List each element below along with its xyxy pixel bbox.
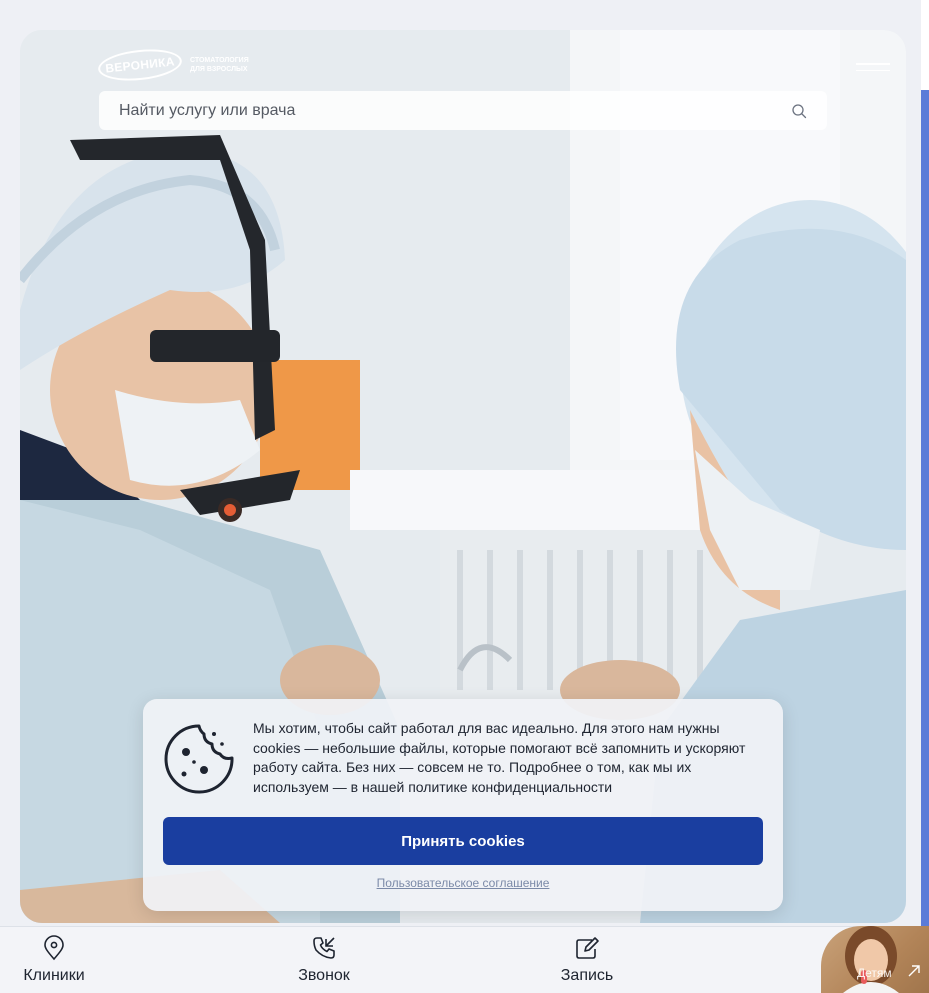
nav-item-booking[interactable]: Запись	[558, 935, 616, 985]
hero-section: ВЕРОНИКА СТОМАТОЛОГИЯ ДЛЯ ВЗРОСЛЫХ Мы хо…	[20, 30, 906, 923]
kids-photo	[843, 926, 899, 993]
brand-logo[interactable]: ВЕРОНИКА СТОМАТОЛОГИЯ ДЛЯ ВЗРОСЛЫХ	[96, 45, 249, 85]
kids-label: Детям	[857, 966, 892, 980]
kids-promo-button[interactable]: Детям	[821, 926, 929, 993]
cookie-banner: Мы хотим, чтобы сайт работал для вас иде…	[143, 699, 783, 911]
location-pin-icon	[44, 935, 64, 961]
hamburger-icon[interactable]	[856, 63, 890, 73]
search-icon[interactable]	[791, 103, 807, 119]
page-scrollbar[interactable]	[921, 0, 929, 993]
cookie-message: Мы хотим, чтобы сайт работал для вас иде…	[253, 720, 746, 795]
logo-subtitle-line1: СТОМАТОЛОГИЯ	[190, 57, 249, 64]
logo-subtitle-line2: ДЛЯ ВЗРОСЛЫХ	[190, 66, 248, 73]
nav-item-clinics[interactable]: Клиники	[20, 935, 88, 985]
nav-label-booking: Запись	[560, 967, 614, 984]
edit-icon	[576, 937, 599, 959]
accept-cookies-button[interactable]: Принять cookies	[163, 817, 763, 865]
nav-item-call[interactable]: Звонок	[294, 935, 354, 985]
bottom-nav: Клиники Звонок Запись	[0, 926, 929, 993]
search-bar[interactable]	[99, 91, 827, 130]
logo-wordmark: ВЕРОНИКА	[96, 45, 184, 85]
arrow-up-right-icon	[908, 965, 920, 977]
nav-label-clinics: Клиники	[23, 967, 85, 984]
phone-icon	[313, 937, 335, 959]
logo-subtitle: СТОМАТОЛОГИЯ ДЛЯ ВЗРОСЛЫХ	[190, 56, 249, 74]
search-input[interactable]	[119, 101, 791, 120]
cookie-icon	[164, 724, 234, 794]
nav-label-call: Звонок	[298, 967, 350, 984]
user-agreement-link[interactable]: Пользовательское соглашение	[143, 876, 783, 890]
